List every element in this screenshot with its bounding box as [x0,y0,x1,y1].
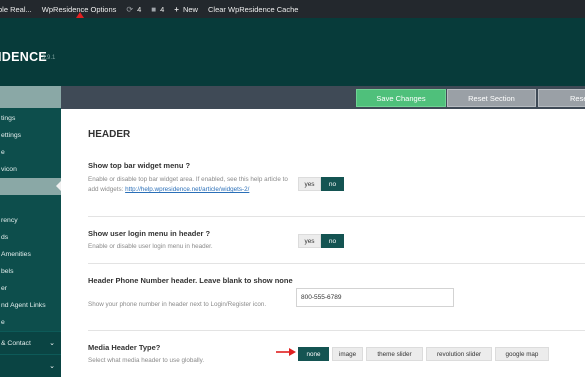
brand-name: IDENCE [0,50,48,64]
media-option-theme-slider[interactable]: theme slider [366,347,423,361]
toggle-yes-button[interactable]: yes [298,234,321,248]
chevron-down-icon: ⌄ [49,363,55,370]
comments-icon: ■ [151,4,157,14]
annotation-arrow-right [276,348,296,356]
sidebar-item[interactable]: ds [0,229,61,246]
sidebar-item-header-active[interactable] [0,178,61,195]
media-option-google-map[interactable]: google map [495,347,549,361]
admin-bar-site-link[interactable]: ble Real... [0,5,32,14]
options-sidebar: tings ettings e vicon rency ds Amenities… [0,86,61,377]
sidebar-item[interactable]: vicon [0,161,61,178]
option-description: Select what media header to use globally… [88,357,205,364]
toggle-no-button[interactable]: no [321,177,344,191]
option-label: Show user login menu in header ? [88,229,211,238]
top-bar-widget-toggle: yes no [298,177,344,191]
options-panel: HEADER Show top bar widget menu ? Enable… [61,109,585,377]
chevron-down-icon: ⌄ [49,340,55,347]
new-label: New [182,4,198,14]
admin-bar-clear-cache[interactable]: Clear WpResidence Cache [208,5,298,14]
updates-icon: ⟳ [126,4,134,14]
admin-bar-comments[interactable]: ■ 4 [151,5,164,14]
admin-bar: ble Real... WpResidence Options ⟳ 4 ■ 4 … [0,0,585,18]
plus-icon: + [174,4,179,14]
options-header: IDENCE 3.9.1 [0,18,585,86]
option-row-top-bar-widget: Show top bar widget menu ? Enable or dis… [88,154,585,217]
phone-number-input[interactable]: 800-555-6789 [296,288,454,307]
toggle-yes-button[interactable]: yes [298,177,321,191]
media-header-type-selector: none image theme slider revolution slide… [298,347,549,361]
sidebar-section-label: & Contact [1,340,31,347]
option-description: Enable or disable user login menu in hea… [88,243,213,250]
option-description: Enable or disable top bar widget area. I… [88,175,288,195]
sidebar-item[interactable] [0,195,61,212]
option-label: Show top bar widget menu ? [88,161,191,170]
sidebar-item[interactable]: bels [0,263,61,280]
option-description: Show your phone number in header next to… [88,301,267,308]
options-toolbar: Save Changes Reset Section Rese [61,86,585,109]
media-option-revolution-slider[interactable]: revolution slider [426,347,492,361]
reset-section-button[interactable]: Reset Section [447,89,536,107]
sidebar-item[interactable]: rency [0,212,61,229]
sidebar-item[interactable]: e [0,144,61,161]
comments-count: 4 [160,4,165,14]
media-option-none[interactable]: none [298,347,329,361]
help-article-link[interactable]: http://help.wpresidence.net/article/widg… [125,186,249,193]
admin-bar-new[interactable]: + New [174,5,198,14]
sidebar-item[interactable]: nd Agent Links [0,297,61,314]
reset-all-button[interactable]: Rese [538,89,585,107]
sidebar-item[interactable]: tings [0,110,61,127]
media-option-image[interactable]: image [332,347,363,361]
admin-bar-updates[interactable]: ⟳ 4 [126,5,141,14]
sidebar-item[interactable]: er [0,280,61,297]
sidebar-item[interactable]: ettings [0,127,61,144]
section-title: HEADER [88,129,131,140]
option-label: Media Header Type? [88,343,161,352]
save-changes-button[interactable]: Save Changes [356,89,446,107]
option-row-user-login-menu: Show user login menu in header ? Enable … [88,217,585,264]
sidebar-section[interactable]: ⌄ [0,354,61,377]
updates-count: 4 [137,4,142,14]
toggle-no-button[interactable]: no [321,234,344,248]
brand-version: 3.9.1 [42,55,56,61]
sidebar-section-contact[interactable]: & Contact ⌄ [0,331,61,354]
user-login-toggle: yes no [298,234,344,248]
sidebar-item[interactable]: Amenities [0,246,61,263]
option-label: Header Phone Number header. Leave blank … [88,276,293,285]
sidebar-group-header[interactable] [0,86,61,108]
option-row-phone-number: Header Phone Number header. Leave blank … [88,264,585,331]
sidebar-item[interactable]: e [0,314,61,331]
option-row-media-header: Media Header Type? Select what media hea… [88,331,585,377]
